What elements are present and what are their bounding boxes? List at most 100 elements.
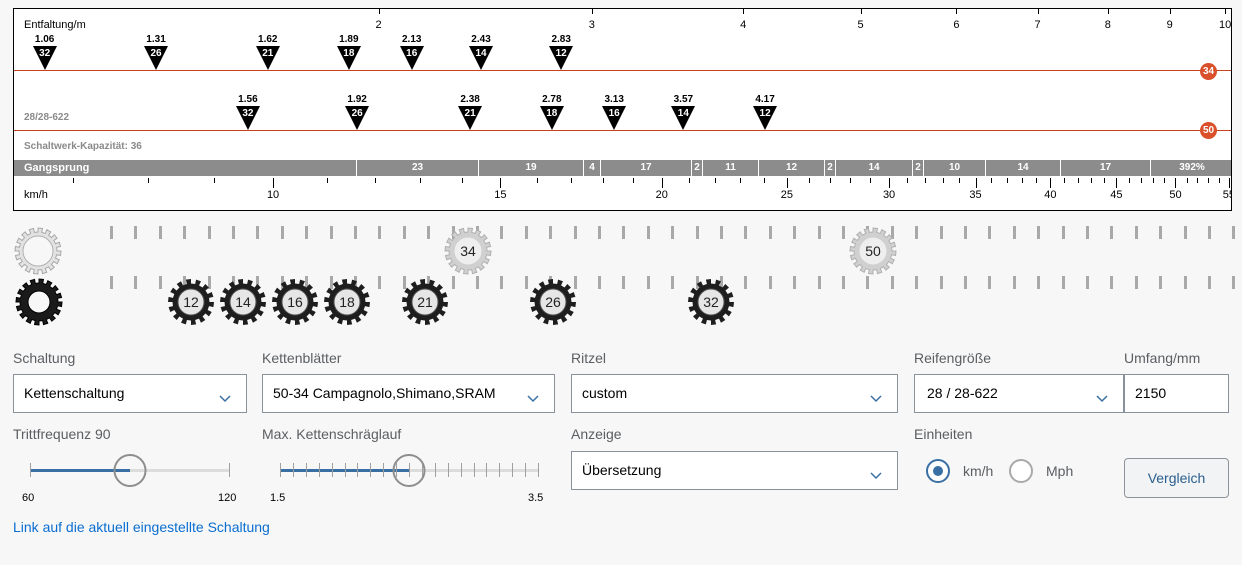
slider-step bbox=[486, 463, 488, 477]
current-config-link[interactable]: Link auf die aktuell eingestellte Schalt… bbox=[13, 519, 270, 535]
bottom-axis-tick bbox=[1164, 178, 1166, 183]
cog-number: 21 bbox=[464, 108, 476, 119]
gear-marker[interactable]: 3.13 16 bbox=[601, 94, 627, 130]
chainline-mark bbox=[378, 276, 382, 289]
chainline-mark bbox=[427, 226, 431, 239]
slider-step bbox=[331, 463, 333, 477]
bottom-axis-tick bbox=[1197, 178, 1199, 183]
gear-marker[interactable]: 2.43 14 bbox=[468, 34, 494, 70]
gear-ratio-label: 3.13 bbox=[604, 94, 624, 105]
down-triangle-icon: 12 bbox=[753, 106, 778, 130]
down-triangle-icon: 26 bbox=[345, 106, 370, 130]
gear-marker[interactable]: 2.38 21 bbox=[457, 94, 483, 130]
chainline-mark bbox=[817, 276, 821, 289]
gear-marker[interactable]: 1.06 32 bbox=[32, 34, 58, 70]
cog-32-icon[interactable]: 32 bbox=[686, 277, 736, 327]
chainline-mark bbox=[988, 226, 992, 239]
gear-jump-segment: 14 bbox=[835, 160, 912, 176]
chainring-50-icon[interactable]: 50 bbox=[848, 226, 898, 276]
schaltung-select[interactable]: Kettenschaltung bbox=[13, 374, 247, 413]
vergleich-button[interactable]: Vergleich bbox=[1124, 458, 1229, 498]
bottom-axis-tick bbox=[925, 178, 927, 183]
bottom-axis-tick bbox=[213, 178, 215, 183]
radio-kmh-label[interactable]: km/h bbox=[963, 463, 993, 479]
gear-marker[interactable]: 1.31 26 bbox=[143, 34, 169, 70]
ritzel-select[interactable]: custom bbox=[571, 374, 898, 413]
chainline-mark bbox=[378, 226, 382, 239]
gear-marker[interactable]: 1.89 18 bbox=[336, 34, 362, 70]
slider-step bbox=[370, 463, 372, 477]
chainring-badge-34: 34 bbox=[1200, 63, 1217, 80]
gear-jump-segment: 2 bbox=[912, 160, 923, 176]
slider-step bbox=[357, 463, 359, 477]
anzeige-label: Anzeige bbox=[571, 426, 622, 442]
cog-number: 16 bbox=[287, 294, 303, 310]
slider-handle[interactable] bbox=[113, 454, 147, 487]
down-triangle-icon: 16 bbox=[399, 46, 424, 70]
cog-18-icon[interactable]: 18 bbox=[322, 277, 372, 327]
bottom-axis-tick bbox=[1152, 178, 1154, 183]
bottom-axis-label: km/h bbox=[24, 189, 48, 201]
cog-number: 16 bbox=[406, 48, 418, 59]
radio-mph[interactable] bbox=[1009, 459, 1033, 483]
bottom-axis-tick bbox=[632, 178, 634, 183]
gear-jump-segment: 19 bbox=[478, 160, 583, 176]
gear-ratio-label: 2.78 bbox=[542, 94, 562, 105]
cog-number: 18 bbox=[343, 48, 355, 59]
chainline-mark bbox=[842, 276, 845, 289]
trittfrequenz-slider[interactable]: 60 120 bbox=[22, 448, 236, 504]
radio-kmh[interactable] bbox=[926, 459, 950, 483]
chainline-mark bbox=[671, 226, 675, 239]
cog-26-icon[interactable]: 26 bbox=[528, 277, 578, 327]
cog-number: 26 bbox=[351, 108, 363, 119]
gear-jump-segment: 17 bbox=[1060, 160, 1150, 176]
gear-ratio-label: 4.17 bbox=[755, 94, 775, 105]
down-triangle-icon: 26 bbox=[144, 46, 169, 70]
gear-ratio-label: 3.57 bbox=[673, 94, 694, 105]
chainline-mark bbox=[1183, 226, 1187, 239]
gear-marker[interactable]: 1.62 21 bbox=[255, 34, 281, 70]
chainring-34-icon[interactable]: 34 bbox=[443, 226, 493, 276]
gear-jump-segment: 2 bbox=[824, 160, 835, 176]
cog-number: 16 bbox=[608, 108, 620, 119]
gear-jump-segment: 2 bbox=[691, 160, 702, 176]
gear-marker[interactable]: 2.83 12 bbox=[548, 34, 574, 70]
gear-marker[interactable]: 2.13 16 bbox=[399, 34, 425, 70]
ritzel-label: Ritzel bbox=[571, 350, 607, 366]
umfang-input[interactable]: 2150 bbox=[1124, 374, 1229, 413]
gear-marker[interactable]: 4.17 12 bbox=[752, 94, 778, 130]
slider-step bbox=[292, 463, 294, 477]
bottom-axis-tick bbox=[536, 178, 538, 183]
chainline-mark bbox=[622, 276, 626, 289]
top-axis-tick-label: 7 bbox=[1034, 19, 1041, 31]
gear-marker[interactable]: 2.78 18 bbox=[539, 94, 565, 130]
chainline-mark bbox=[549, 226, 553, 239]
top-axis-tick-label: 8 bbox=[1104, 19, 1111, 31]
reifen-select[interactable]: 28 / 28-622 bbox=[914, 374, 1124, 413]
cog-14-icon[interactable]: 14 bbox=[218, 277, 268, 327]
cog-12-icon[interactable]: 12 bbox=[166, 277, 216, 327]
gear-marker[interactable]: 1.56 32 bbox=[235, 94, 261, 130]
einheiten-label: Einheiten bbox=[914, 426, 973, 442]
cog-21-icon[interactable]: 21 bbox=[400, 277, 450, 327]
cog-number: 18 bbox=[339, 294, 355, 310]
down-triangle-icon: 18 bbox=[336, 46, 361, 70]
gear-marker[interactable]: 1.92 26 bbox=[344, 94, 370, 130]
cog-16-icon[interactable]: 16 bbox=[270, 277, 320, 327]
chainline-mark bbox=[915, 276, 919, 289]
gear-marker[interactable]: 3.57 14 bbox=[670, 94, 696, 130]
chainline-mark bbox=[110, 226, 113, 239]
bottom-axis-tick bbox=[1128, 178, 1130, 183]
bottom-axis-tick-label: 35 bbox=[969, 189, 982, 201]
kettenschraeglauf-slider[interactable]: 1.5 3.5 bbox=[270, 448, 543, 504]
slider-handle[interactable] bbox=[392, 454, 426, 487]
cog-number: 12 bbox=[759, 108, 771, 119]
chainline-mark bbox=[1208, 226, 1211, 239]
anzeige-select[interactable]: Übersetzung bbox=[571, 451, 898, 490]
kettenblaetter-select[interactable]: 50-34 Campagnolo,Shimano,SRAM bbox=[262, 374, 555, 413]
cog-number: 21 bbox=[262, 48, 274, 59]
radio-mph-label[interactable]: Mph bbox=[1046, 463, 1073, 479]
chainline-mark bbox=[280, 226, 284, 239]
chainline-mark bbox=[720, 226, 723, 239]
slider-step bbox=[280, 463, 281, 477]
